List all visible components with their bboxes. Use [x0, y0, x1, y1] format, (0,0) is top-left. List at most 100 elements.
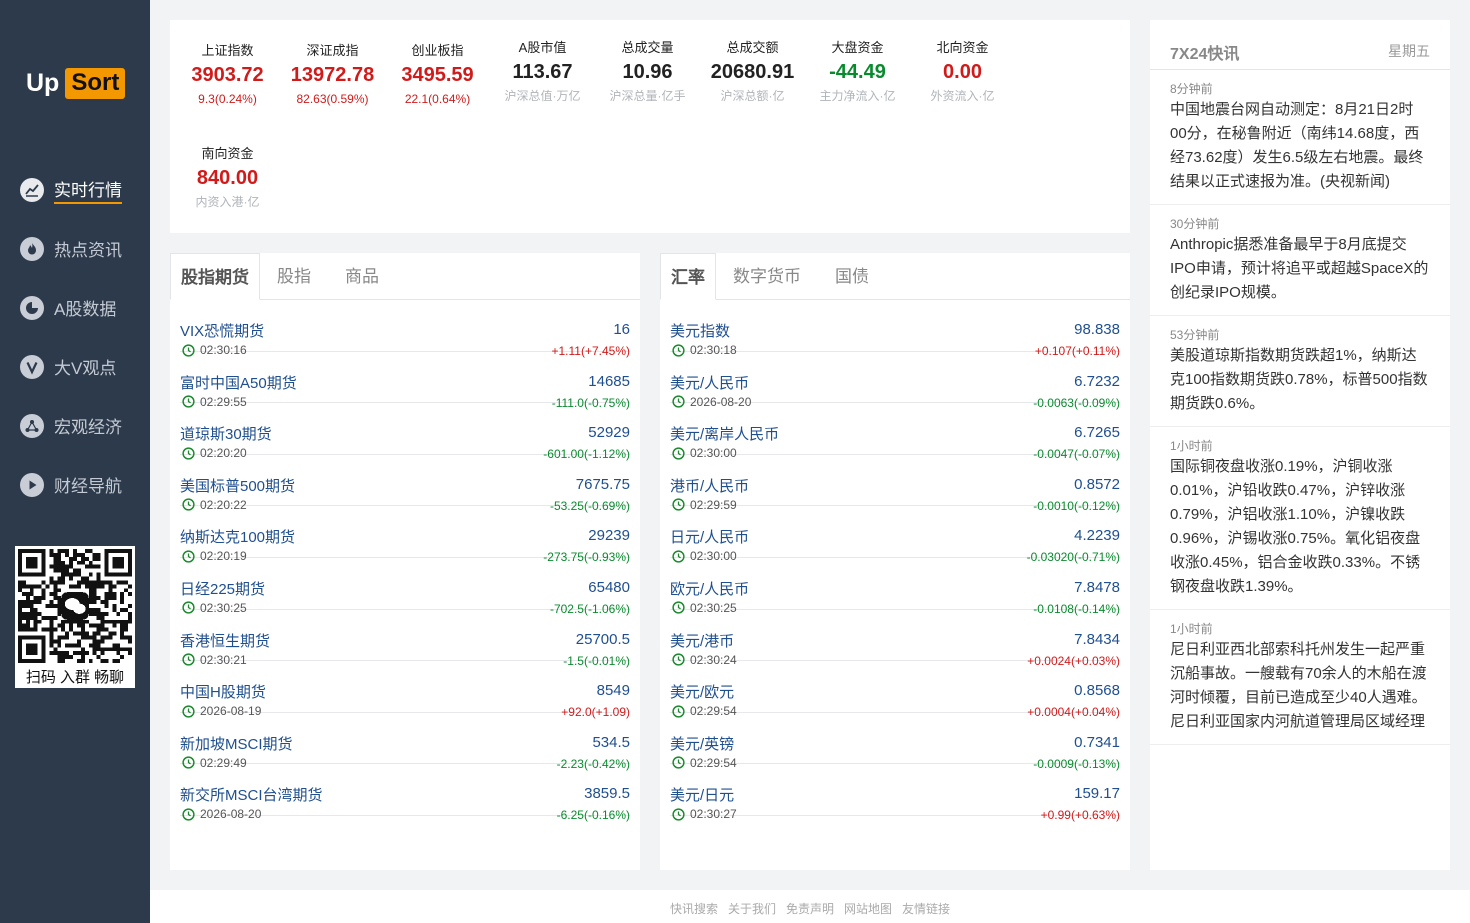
tab-exchange-rate[interactable]: 汇率 — [660, 253, 716, 300]
instrument-name[interactable]: 道琼斯30期货 — [180, 423, 272, 444]
instrument-price: 29239 — [588, 527, 630, 545]
index-name: 创业板指 — [411, 43, 464, 58]
table-row[interactable]: 美元/英镑 02:29:54 0.7341 -0.0009(-0.13%) — [670, 713, 1120, 771]
instrument-name[interactable]: 美元/港币 — [670, 630, 734, 651]
instrument-name[interactable]: 日经225期货 — [180, 578, 265, 599]
index-value: 840.00 — [196, 167, 259, 189]
table-row[interactable]: 美元/欧元 02:29:54 0.8568 +0.0004(+0.04%) — [670, 661, 1120, 719]
instrument-name[interactable]: 欧元/人民币 — [670, 578, 749, 599]
news-item[interactable]: 53分钟前 美股道琼斯指数期货跌超1%，纳斯达克100指数期货跌0.78%，标普5… — [1150, 316, 1450, 427]
table-row[interactable]: 美元/离岸人民币 02:30:00 6.7265 -0.0047(-0.07%) — [670, 403, 1120, 461]
table-row[interactable]: VIX恐慌期货 02:30:16 16 +1.11(+7.45%) — [180, 300, 630, 358]
table-row[interactable]: 纳斯达克100期货 02:20:19 29239 -273.75(-0.93%) — [180, 506, 630, 564]
instrument-name[interactable]: 日元/人民币 — [670, 526, 749, 547]
index-sub: 内资入港·亿 — [195, 195, 260, 209]
index-stat[interactable]: A股市值 113.67 沪深总值·万亿 — [490, 39, 595, 105]
instrument-name[interactable]: 新交所MSCI台湾期货 — [180, 784, 323, 805]
instrument-price: 0.8572 — [1074, 475, 1120, 493]
instrument-price: 3859.5 — [584, 785, 630, 803]
instrument-name[interactable]: 富时中国A50期货 — [180, 372, 297, 393]
footer-link[interactable]: 免责声明 — [786, 902, 834, 916]
index-stat[interactable]: 南向资金 840.00 内资入港·亿 — [175, 145, 280, 211]
nav-item-realtime[interactable]: 实时行情 — [20, 160, 150, 219]
footer-link[interactable]: 快讯搜索 — [670, 902, 718, 916]
instrument-name[interactable]: 美元/日元 — [670, 784, 734, 805]
index-value: 3903.72 — [191, 64, 264, 86]
fx-tabs: 汇率 数字货币 国债 — [660, 253, 1130, 300]
table-row[interactable]: 日经225期货 02:30:25 65480 -702.5(-1.06%) — [180, 558, 630, 616]
instrument-price: 0.7341 — [1074, 733, 1120, 751]
sidebar: Up Sort 实时行情 热点资讯 A股数据 大V观点 宏观经济 财经导航 扫码… — [0, 0, 150, 923]
table-row[interactable]: 美元/港币 02:30:24 7.8434 +0.0024(+0.03%) — [670, 610, 1120, 668]
tab-commodities[interactable]: 商品 — [328, 253, 396, 300]
instrument-name[interactable]: 港币/人民币 — [670, 475, 749, 496]
instrument-price: 7.8478 — [1074, 578, 1120, 596]
index-stat[interactable]: 上证指数 3903.72 9.3(0.24%) — [175, 42, 280, 108]
table-row[interactable]: 欧元/人民币 02:30:25 7.8478 -0.0108(-0.14%) — [670, 558, 1120, 616]
footer-link[interactable]: 关于我们 — [728, 902, 776, 916]
instrument-name[interactable]: 美元/英镑 — [670, 733, 734, 754]
table-row[interactable]: 美国标普500期货 02:20:22 7675.75 -53.25(-0.69%) — [180, 455, 630, 513]
v-icon — [20, 354, 44, 379]
tab-bonds[interactable]: 国债 — [818, 253, 886, 300]
tab-crypto[interactable]: 数字货币 — [716, 253, 818, 300]
table-row[interactable]: 美元/日元 02:30:27 159.17 +0.99(+0.63%) — [670, 764, 1120, 822]
instrument-name[interactable]: 美国标普500期货 — [180, 475, 295, 496]
nav-item-finance-nav[interactable]: 财经导航 — [20, 455, 150, 514]
nav-item-hot-news[interactable]: 热点资讯 — [20, 219, 150, 278]
table-row[interactable]: 中国H股期货 2026-08-19 8549 +92.0(+1.09) — [180, 661, 630, 719]
instrument-name[interactable]: VIX恐慌期货 — [180, 320, 264, 341]
market-indices-panel: 上证指数 3903.72 9.3(0.24%) 深证成指 13972.78 82.63(0… — [170, 20, 1130, 233]
nav-item-macro-economy[interactable]: 宏观经济 — [20, 396, 150, 455]
logo[interactable]: Up Sort — [26, 68, 126, 99]
index-stat[interactable]: 北向资金 0.00 外资流入·亿 — [910, 39, 1015, 105]
index-stat[interactable]: 总成交额 20680.91 沪深总额·亿 — [700, 39, 805, 105]
instrument-change: -6.25(-0.16%) — [556, 808, 630, 823]
index-stat[interactable]: 大盘资金 -44.49 主力净流入·亿 — [805, 39, 910, 105]
instrument-name[interactable]: 中国H股期货 — [180, 681, 266, 702]
instrument-name[interactable]: 美元/欧元 — [670, 681, 734, 702]
instrument-name[interactable]: 纳斯达克100期货 — [180, 526, 295, 547]
instrument-name[interactable]: 美元/离岸人民币 — [670, 423, 779, 444]
nav-label: 实时行情 — [54, 176, 122, 204]
table-row[interactable]: 美元指数 02:30:18 98.838 +0.107(+0.11%) — [670, 300, 1120, 358]
news-item[interactable]: 1小时前 尼日利亚西北部索科托州发生一起严重沉船事故。一艘载有70余人的木船在渡河… — [1150, 610, 1450, 745]
news-item[interactable]: 1小时前 国际铜夜盘收涨0.19%，沪铜收涨0.01%，沪铅收跌0.47%，沪锌收… — [1150, 427, 1450, 610]
table-row[interactable]: 道琼斯30期货 02:20:20 52929 -601.00(-1.12%) — [180, 403, 630, 461]
table-row[interactable]: 美元/人民币 2026-08-20 6.7232 -0.0063(-0.09%) — [670, 352, 1120, 410]
index-stat[interactable]: 总成交量 10.96 沪深总量·亿手 — [595, 39, 700, 105]
table-row[interactable]: 日元/人民币 02:30:00 4.2239 -0.03020(-0.71%) — [670, 506, 1120, 564]
index-stat[interactable]: 深证成指 13972.78 82.63(0.59%) — [280, 42, 385, 108]
instrument-name[interactable]: 美元指数 — [670, 320, 730, 341]
table-row[interactable]: 新加坡MSCI期货 02:29:49 534.5 -2.23(-0.42%) — [180, 713, 630, 771]
index-name: 南向资金 — [201, 146, 254, 161]
futures-panel: 股指期货 股指 商品 VIX恐慌期货 02:30:16 16 +1.11(+7.45%… — [170, 253, 640, 870]
nav-item-a-share-data[interactable]: A股数据 — [20, 278, 150, 337]
table-row[interactable]: 新交所MSCI台湾期货 2026-08-20 3859.5 -6.25(-0.16%) — [180, 764, 630, 822]
instrument-price: 6.7232 — [1074, 372, 1120, 390]
instrument-name[interactable]: 美元/人民币 — [670, 372, 749, 393]
news-item[interactable]: 30分钟前 Anthropic据悉准备最早于8月底提交IPO申请，预计将追平或超越… — [1150, 205, 1450, 316]
instrument-price: 14685 — [588, 372, 630, 390]
index-stat[interactable]: 创业板指 3495.59 22.1(0.64%) — [385, 42, 490, 108]
news-item[interactable]: 8分钟前 中国地震台网自动测定：8月21日2时00分，在秘鲁附近（南纬14.68度… — [1150, 70, 1450, 205]
update-time: 2026-08-20 — [182, 807, 261, 821]
index-name: 深证成指 — [306, 43, 359, 58]
table-row[interactable]: 富时中国A50期货 02:29:55 14685 -111.0(-0.75%) — [180, 352, 630, 410]
nav-label: 宏观经济 — [54, 418, 122, 437]
table-row[interactable]: 港币/人民币 02:29:59 0.8572 -0.0010(-0.12%) — [670, 455, 1120, 513]
footer-link[interactable]: 网站地图 — [844, 902, 892, 916]
instrument-name[interactable]: 新加坡MSCI期货 — [180, 733, 293, 754]
footer-link[interactable]: 友情链接 — [902, 902, 950, 916]
tab-stock-index[interactable]: 股指 — [260, 253, 328, 300]
tab-index-futures[interactable]: 股指期货 — [170, 253, 260, 300]
index-sub: 主力净流入·亿 — [819, 89, 896, 103]
pie-icon — [20, 295, 44, 320]
instrument-name[interactable]: 香港恒生期货 — [180, 630, 270, 651]
nav-label: A股数据 — [54, 300, 117, 319]
chart-icon — [20, 177, 44, 202]
clock-icon — [182, 808, 195, 821]
nav-item-influencer-views[interactable]: 大V观点 — [20, 337, 150, 396]
table-row[interactable]: 香港恒生期货 02:30:21 25700.5 -1.5(-0.01%) — [180, 610, 630, 668]
news-time: 8分钟前 — [1170, 82, 1213, 96]
